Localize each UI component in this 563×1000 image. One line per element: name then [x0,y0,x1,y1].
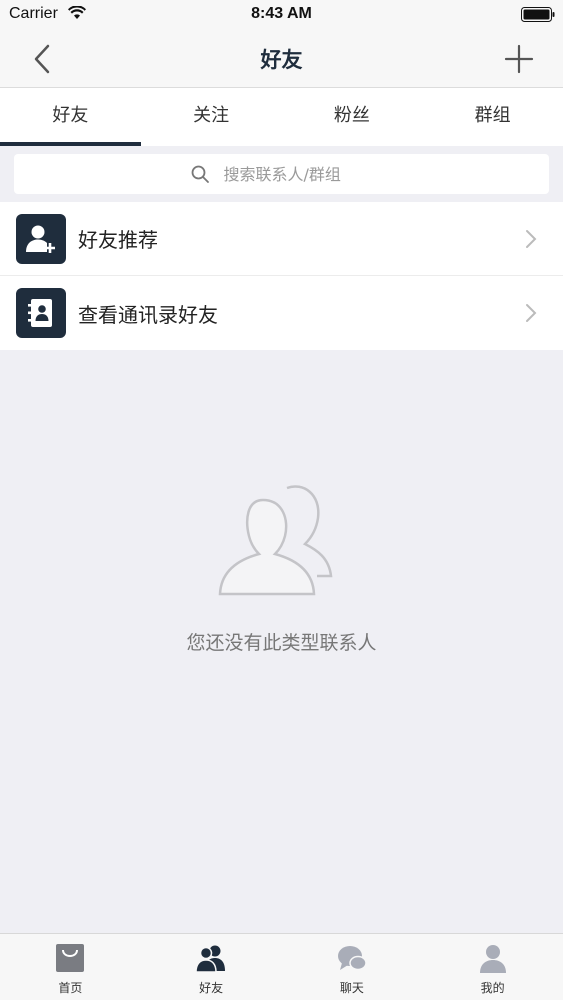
tabbar-label: 聊天 [339,981,364,995]
clock: 8:43 AM [251,5,312,22]
chevron-right-icon [526,304,537,322]
add-icon[interactable] [503,43,535,75]
profile-icon [479,945,506,973]
chat-icon [337,946,367,971]
search-bar [0,146,563,202]
friends-icon [195,945,226,973]
list-item-label: 查看通讯录好友 [78,302,218,327]
add-user-icon [16,213,66,264]
empty-state-message: 您还没有此类型联系人 [186,632,377,654]
shopping-bag-icon [56,944,85,972]
chevron-right-icon [526,230,537,248]
navigation-bar: 好友 [0,30,563,88]
tabbar-item-home[interactable]: 首页 [0,934,141,1000]
search-input[interactable] [223,164,374,184]
tabbar-item-friends[interactable]: 好友 [141,934,282,1000]
empty-state: 您还没有此类型联系人 [0,480,563,655]
tabbar-label: 好友 [199,981,224,995]
list-item-address-book[interactable]: 查看通讯录好友 [0,276,563,350]
tabbar-label: 我的 [480,981,505,995]
tab-groups[interactable]: 群组 [422,88,563,146]
search-box[interactable] [14,154,549,194]
bottom-tab-bar: 首页 好友 聊天 我的 [0,933,563,1000]
page-title: 好友 [260,48,303,72]
tabbar-item-chat[interactable]: 聊天 [282,934,423,1000]
segment-tabs: 好友 关注 粉丝 群组 [0,88,563,146]
tabbar-item-profile[interactable]: 我的 [422,934,563,1000]
tab-friends[interactable]: 好友 [0,88,141,146]
tab-following[interactable]: 关注 [141,88,282,146]
contacts-empty-icon [218,485,332,596]
contacts-book-icon [16,288,66,338]
tab-fans[interactable]: 粉丝 [282,88,423,146]
list-item-label: 好友推荐 [78,228,158,252]
status-bar: Carrier 8:43 AM [0,0,563,30]
contact-actions-list: 好友推荐 查看通讯录好友 [0,202,563,350]
list-item-friend-recommend[interactable]: 好友推荐 [0,202,563,276]
battery-icon [521,7,555,22]
search-icon [191,165,209,183]
tabbar-label: 首页 [58,981,83,995]
